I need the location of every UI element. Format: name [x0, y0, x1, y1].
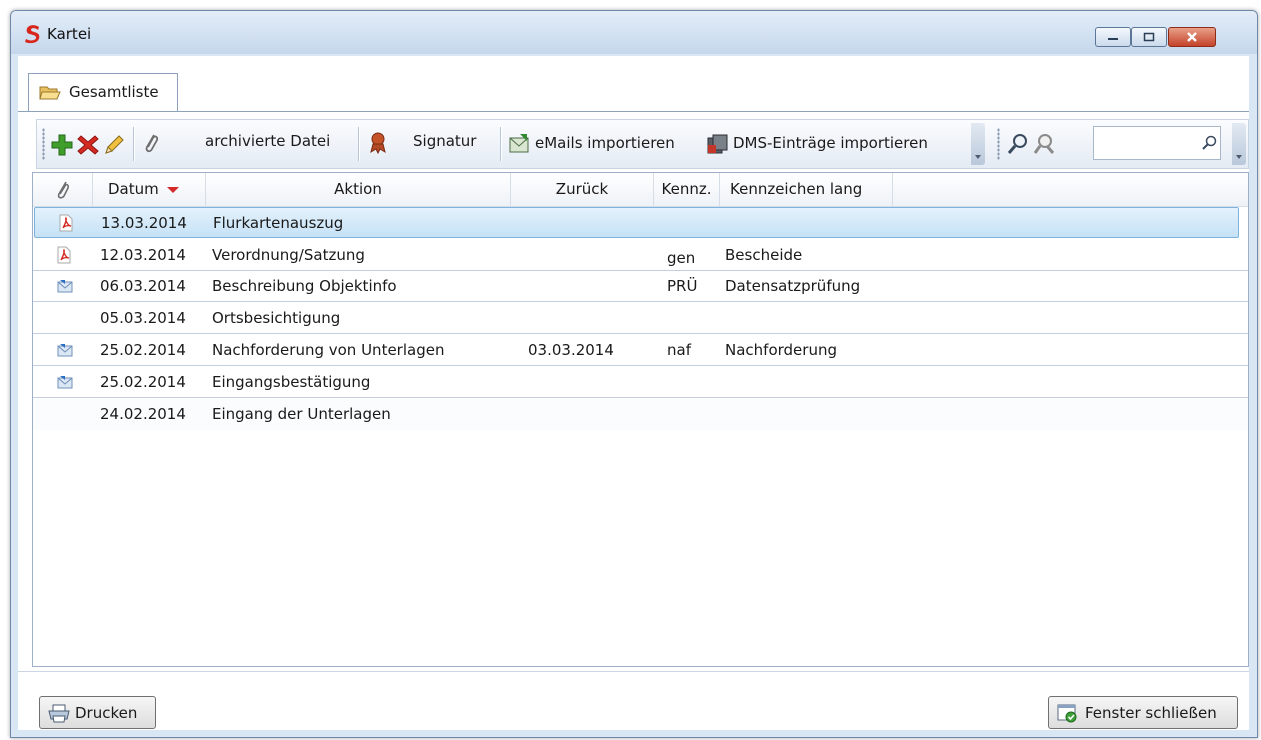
paperclip-icon — [57, 181, 69, 199]
dms-import-icon[interactable] — [705, 133, 729, 155]
pdf-icon — [59, 214, 73, 232]
pencil-icon[interactable] — [103, 134, 125, 156]
title-bar[interactable]: Kartei — [11, 11, 1257, 54]
tab-bar: Gesamtliste — [18, 56, 1249, 112]
table-row[interactable]: 24.02.2014 Eingang der Unterlagen — [33, 399, 1248, 430]
cell-datum: 06.03.2014 — [100, 277, 186, 295]
column-header-label: Aktion — [334, 180, 382, 198]
email-import-icon[interactable] — [508, 133, 530, 155]
close-window-icon — [1057, 704, 1077, 723]
toolbar-overflow-button[interactable] — [971, 123, 985, 165]
pdf-icon — [57, 246, 71, 264]
toolbar-separator — [133, 127, 135, 161]
cell-kennz: naf — [667, 341, 691, 359]
cell-datum: 25.02.2014 — [100, 373, 186, 391]
minimize-icon — [1108, 38, 1118, 40]
toolbar-grip[interactable] — [997, 128, 1000, 160]
records-grid: Datum Aktion Zurück Kennz. Kennzeichen l… — [32, 172, 1249, 667]
column-header-label: Kennz. — [661, 180, 712, 198]
paperclip-icon[interactable] — [142, 131, 160, 155]
close-button[interactable] — [1168, 27, 1216, 47]
column-header-aktion[interactable]: Aktion — [206, 173, 511, 206]
kartei-window: Kartei Gesamtliste archivierte Datei Sig… — [10, 10, 1258, 738]
cell-datum: 13.03.2014 — [101, 214, 187, 232]
cell-datum: 24.02.2014 — [100, 405, 186, 423]
cell-aktion: Eingangsbestätigung — [212, 373, 371, 391]
cell-aktion: Ortsbesichtigung — [212, 309, 341, 327]
close-window-button[interactable]: Fenster schließen — [1048, 696, 1238, 729]
close-window-button-label: Fenster schließen — [1085, 704, 1217, 722]
table-row[interactable]: 05.03.2014 Ortsbesichtigung — [33, 303, 1248, 334]
tab-label: Gesamtliste — [69, 83, 159, 101]
maximize-icon — [1143, 32, 1155, 42]
table-row[interactable]: 12.03.2014 Verordnung/Satzung gen Besche… — [33, 240, 1248, 271]
seal-icon[interactable] — [367, 131, 389, 155]
folder-open-icon — [39, 86, 61, 100]
cell-aktion: Eingang der Unterlagen — [212, 405, 391, 423]
cell-aktion: Flurkartenauszug — [213, 214, 344, 232]
search-field-icon — [1202, 135, 1217, 150]
cell-aktion: Nachforderung von Unterlagen — [212, 341, 445, 359]
cell-datum: 05.03.2014 — [100, 309, 186, 327]
minimize-button[interactable] — [1095, 27, 1131, 47]
column-header-label: Zurück — [555, 180, 609, 198]
printer-icon — [48, 704, 70, 723]
archived-file-button[interactable]: archivierte Datei — [205, 132, 330, 150]
sort-descending-icon — [166, 186, 179, 193]
grid-header: Datum Aktion Zurück Kennz. Kennzeichen l… — [33, 173, 1248, 207]
signature-button[interactable]: Signatur — [413, 132, 476, 150]
table-row[interactable]: 25.02.2014 Eingangsbestätigung — [33, 367, 1248, 398]
column-header-datum[interactable]: Datum — [93, 173, 206, 206]
tab-gesamtliste[interactable]: Gesamtliste — [28, 73, 178, 111]
window-title: Kartei — [47, 25, 92, 43]
cell-kennz: PRÜ — [667, 277, 698, 295]
close-icon — [1187, 32, 1197, 42]
cell-kennz: gen — [667, 249, 696, 267]
table-row[interactable]: 06.03.2014 Beschreibung Objektinfo PRÜ D… — [33, 271, 1248, 302]
cell-aktion: Beschreibung Objektinfo — [212, 277, 397, 295]
print-button[interactable]: Drucken — [39, 696, 156, 729]
email-icon — [57, 280, 73, 293]
app-logo-icon — [25, 25, 40, 44]
cell-datum: 12.03.2014 — [100, 246, 186, 264]
cell-aktion: Verordnung/Satzung — [212, 246, 365, 264]
import-dms-button[interactable]: DMS-Einträge importieren — [733, 134, 928, 152]
cell-zurueck: 03.03.2014 — [528, 341, 614, 359]
cell-kennzeichen-lang: Nachforderung — [725, 341, 837, 359]
table-row[interactable]: 25.02.2014 Nachforderung von Unterlagen … — [33, 335, 1248, 366]
toolbar-separator — [358, 127, 360, 161]
cell-datum: 25.02.2014 — [100, 341, 186, 359]
email-icon — [57, 376, 73, 389]
import-emails-button[interactable]: eMails importieren — [535, 134, 675, 152]
advanced-search-icon[interactable] — [1033, 133, 1057, 155]
column-header-kennz[interactable]: Kennz. — [654, 173, 720, 206]
column-header-kennzeichen-lang[interactable]: Kennzeichen lang — [720, 173, 893, 206]
toolbar-grip[interactable] — [42, 128, 45, 160]
column-header-label: Datum — [108, 180, 159, 198]
dialog-footer: Drucken Fenster schließen — [18, 671, 1249, 730]
cell-kennzeichen-lang: Datensatzprüfung — [725, 277, 861, 295]
column-header-zurueck[interactable]: Zurück — [511, 173, 654, 206]
column-header-attachment[interactable] — [33, 173, 93, 206]
delete-x-icon[interactable] — [77, 134, 99, 156]
maximize-button[interactable] — [1131, 27, 1167, 47]
toolbar: archivierte Datei Signatur eMails import… — [36, 119, 1249, 169]
print-button-label: Drucken — [75, 704, 138, 722]
toolbar-overflow-button[interactable] — [1232, 123, 1246, 165]
table-row[interactable]: 13.03.2014 Flurkartenauszug — [34, 207, 1239, 238]
column-header-label: Kennzeichen lang — [730, 180, 863, 198]
window-client-area: Gesamtliste archivierte Datei Signatur e… — [18, 56, 1249, 730]
email-icon — [57, 344, 73, 357]
cell-kennzeichen-lang: Bescheide — [725, 246, 803, 264]
toolbar-separator — [500, 127, 502, 161]
magnifier-icon[interactable] — [1007, 133, 1029, 155]
plus-icon[interactable] — [51, 134, 73, 156]
